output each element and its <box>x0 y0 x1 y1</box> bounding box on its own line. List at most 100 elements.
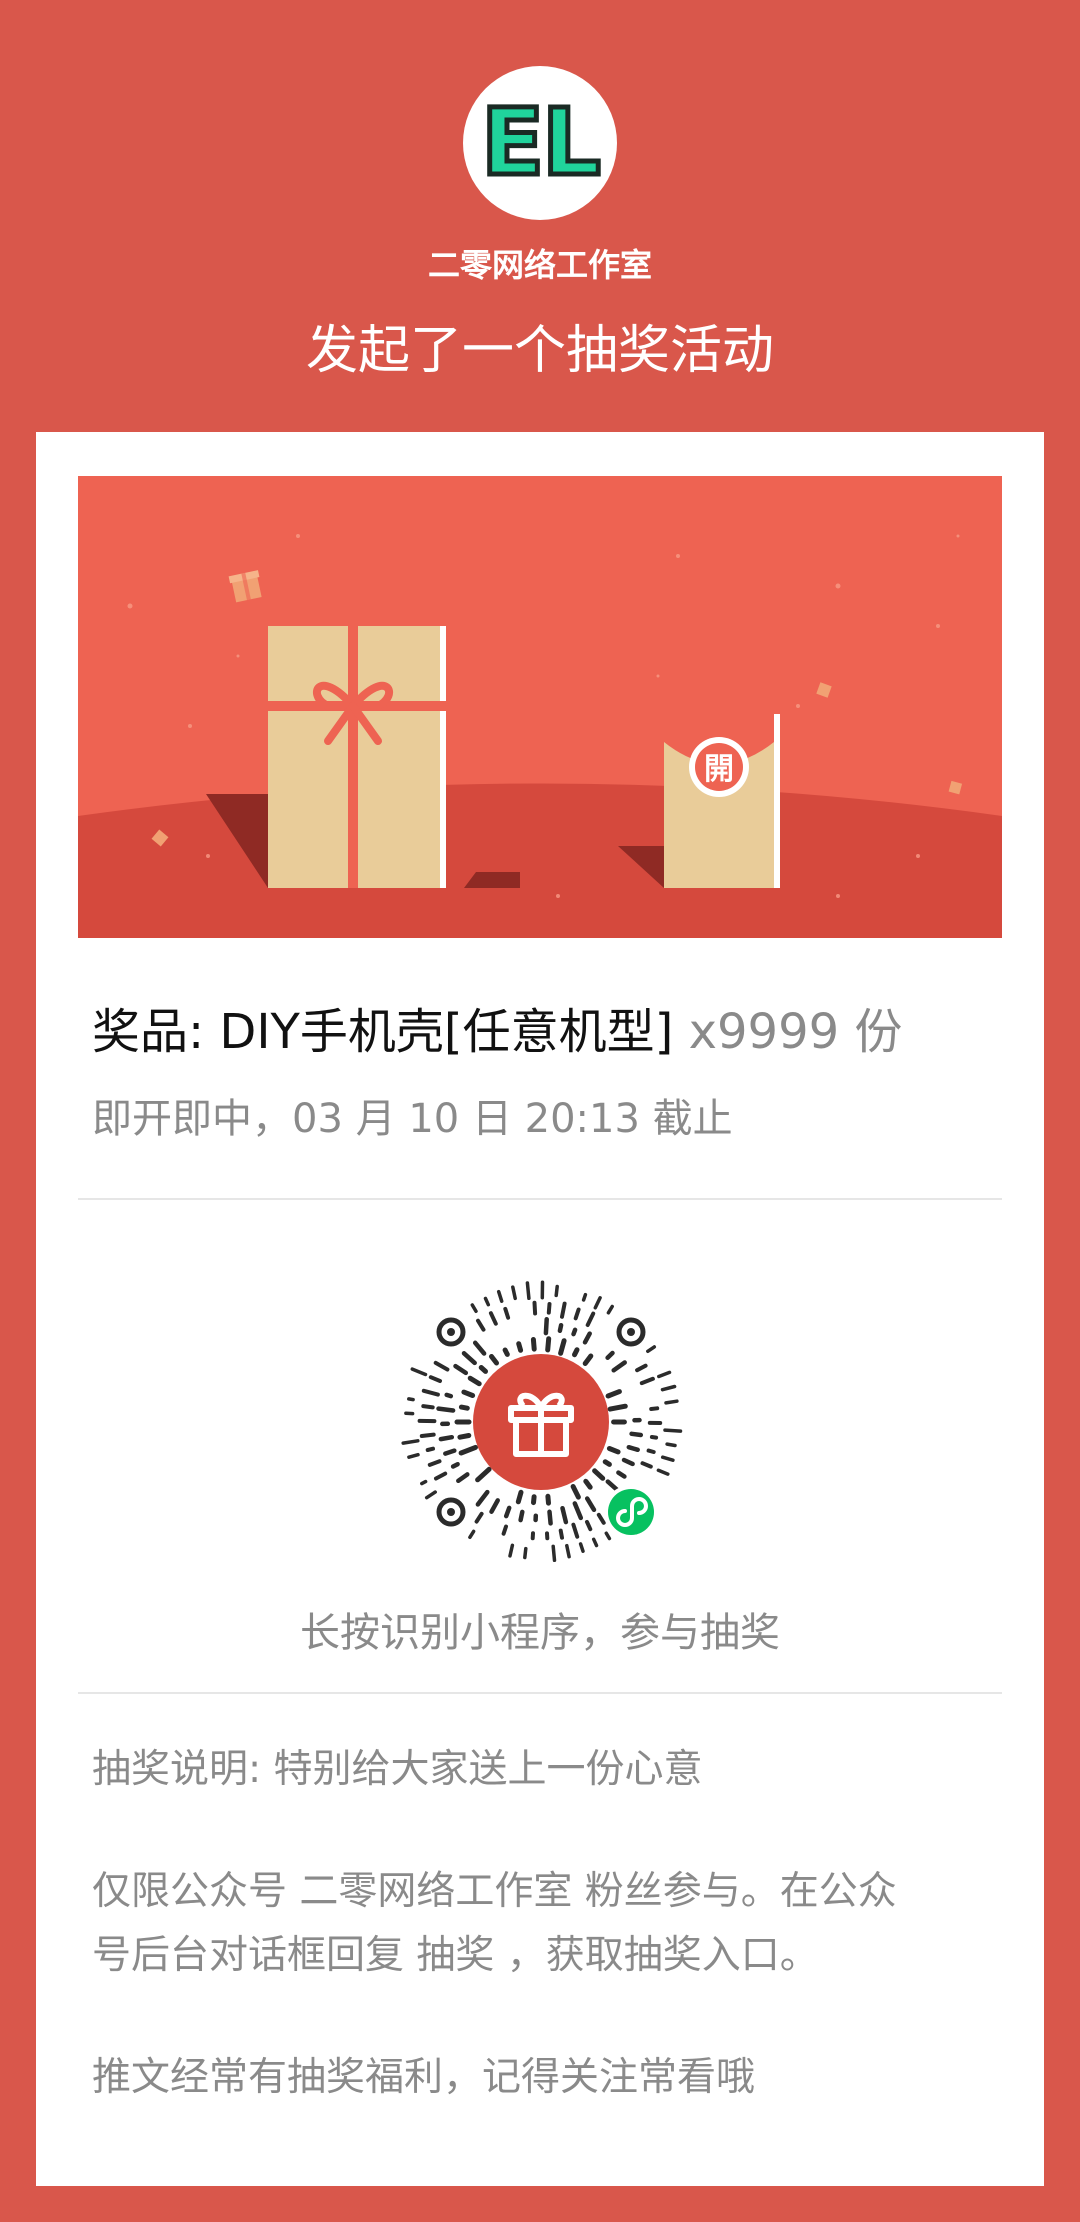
code-stroke <box>664 1399 679 1405</box>
prize-title: 奖品: DIY手机壳[任意机型] x9999 份 <box>92 992 902 1062</box>
code-stroke <box>475 1466 492 1483</box>
code-stroke <box>639 1376 655 1386</box>
prize-quantity: x9999 份 <box>688 1004 903 1060</box>
code-stroke <box>583 1478 593 1490</box>
code-stroke <box>525 1281 531 1301</box>
avatar-logo-text: EL <box>479 89 603 196</box>
code-stroke <box>470 1303 478 1314</box>
code-stroke <box>427 1459 442 1467</box>
code-stroke <box>502 1347 510 1357</box>
code-stroke <box>530 1337 537 1352</box>
code-stroke <box>476 1318 486 1332</box>
code-stroke <box>407 1452 420 1459</box>
finder-bottom-left <box>436 1497 466 1527</box>
miniprogram-link-icon <box>604 1485 658 1539</box>
code-stroke <box>649 1406 660 1411</box>
code-stroke <box>554 1284 559 1298</box>
code-stroke <box>474 1511 484 1524</box>
code-stroke <box>606 1304 614 1315</box>
code-stroke <box>444 1392 454 1399</box>
code-stroke <box>443 1448 457 1456</box>
code-stroke <box>558 1338 567 1356</box>
code-stroke <box>573 1307 581 1321</box>
code-stroke <box>475 1489 490 1507</box>
organizer-name[interactable]: 二零网络工作室 <box>0 240 1080 286</box>
code-stroke <box>407 1397 415 1402</box>
code-stroke <box>433 1360 450 1372</box>
code-stroke <box>461 1389 476 1398</box>
open-badge-text: 開 <box>704 752 734 787</box>
code-stroke <box>518 1509 525 1523</box>
code-stroke <box>478 1365 488 1374</box>
code-stroke <box>635 1363 648 1373</box>
code-stroke <box>629 1431 644 1438</box>
lottery-card: 開 奖品: DIY手机壳[任意机型] x9999 份 即开即中，03 月 10 … <box>36 432 1044 2186</box>
code-stroke <box>646 1448 656 1454</box>
code-stroke <box>461 1351 477 1366</box>
code-stroke <box>602 1459 612 1467</box>
code-stroke <box>421 1388 440 1397</box>
avatar[interactable]: EL <box>463 66 617 220</box>
code-stroke <box>571 1327 578 1337</box>
code-stroke <box>457 1433 472 1440</box>
code-stroke <box>503 1505 512 1519</box>
code-stroke <box>516 1341 524 1353</box>
code-stroke <box>605 1350 615 1360</box>
code-stroke <box>585 1519 593 1532</box>
divider <box>78 1692 1002 1694</box>
lottery-rules-line: 仅限公众号 二零网络工作室 粉丝参与。在公众 <box>92 1869 897 1914</box>
lottery-note: 推文经常有抽奖福利，记得关注常看哦 <box>92 2055 756 2100</box>
code-stroke <box>621 1457 635 1467</box>
code-stroke <box>607 1403 628 1412</box>
code-stroke <box>581 1292 588 1302</box>
code-stroke <box>508 1543 515 1558</box>
code-stroke <box>421 1404 435 1410</box>
code-stroke <box>410 1367 428 1377</box>
code-stroke <box>551 1544 557 1563</box>
code-stroke <box>420 1479 428 1486</box>
code-stroke <box>640 1461 653 1469</box>
code-stroke <box>515 1489 524 1505</box>
code-stroke <box>572 1347 580 1358</box>
code-stroke <box>531 1494 537 1506</box>
code-stroke <box>626 1444 640 1453</box>
page-title: 发起了一个抽奖活动 <box>305 321 774 381</box>
code-stroke <box>660 1384 677 1392</box>
code-stroke <box>582 1353 594 1366</box>
code-stroke <box>560 1505 569 1525</box>
code-stroke <box>467 1375 482 1387</box>
lottery-rules-line: 号后台对话框回复 抽奖 ，获取抽奖入口。 <box>92 1933 819 1978</box>
deadline-text: 即开即中，03 月 10 日 20:13 截止 <box>92 1096 733 1142</box>
code-stroke <box>611 1360 627 1373</box>
code-stroke <box>591 1537 599 1548</box>
code-stroke <box>605 1389 622 1399</box>
code-stroke <box>592 1468 606 1481</box>
finder-top-left <box>436 1317 466 1347</box>
code-stroke <box>489 1498 500 1514</box>
code-stroke <box>606 1446 621 1455</box>
code-stroke <box>434 1471 448 1481</box>
code-stroke <box>596 1512 606 1525</box>
code-stroke <box>604 1531 612 1541</box>
code-stroke <box>419 1432 436 1438</box>
code-stroke <box>582 1331 592 1345</box>
code-stroke <box>532 1300 538 1316</box>
code-stroke <box>401 1439 420 1445</box>
code-stroke <box>593 1296 602 1310</box>
code-stroke <box>656 1468 670 1476</box>
code-stroke <box>488 1311 498 1326</box>
code-stroke <box>496 1289 504 1303</box>
code-stroke <box>468 1529 476 1540</box>
code-stroke <box>511 1285 517 1301</box>
code-stroke <box>646 1345 657 1354</box>
miniprogram-code[interactable] <box>386 1267 696 1577</box>
divider <box>78 1198 1002 1200</box>
code-stroke <box>578 1542 585 1553</box>
prize-label: 奖品: DIY手机壳[任意机型] <box>92 1004 674 1060</box>
code-stroke <box>425 1446 435 1452</box>
code-stroke <box>570 1484 581 1500</box>
lottery-description-title: 抽奖说明: 特别给大家送上一份心意 <box>92 1747 703 1792</box>
code-stroke <box>453 1363 469 1376</box>
code-stroke <box>660 1455 675 1462</box>
code-stroke <box>428 1375 442 1383</box>
